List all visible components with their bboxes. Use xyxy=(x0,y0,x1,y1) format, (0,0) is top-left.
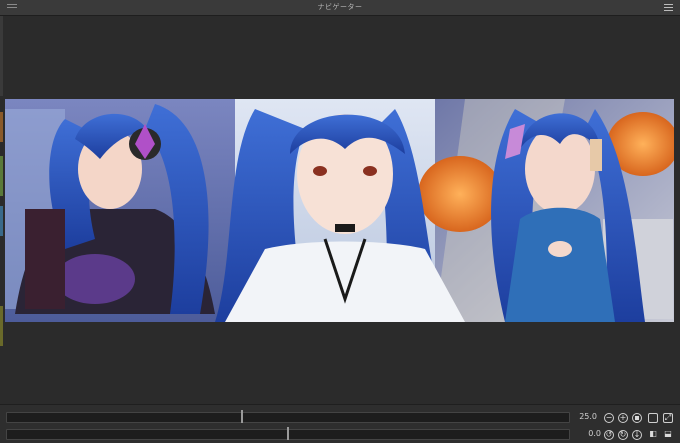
zoom-slider-row: 25.0 − + ⤢ xyxy=(0,408,680,424)
plus-circle-icon[interactable]: + xyxy=(618,413,628,423)
flip-horizontal-icon[interactable]: ◧ xyxy=(648,430,658,440)
rotation-value[interactable]: 0.0 xyxy=(577,429,601,438)
zoom-slider[interactable] xyxy=(6,412,570,423)
artwork-illustration xyxy=(5,99,674,322)
reset-rotation-icon[interactable]: ↓ xyxy=(632,430,642,440)
rotate-left-icon[interactable]: ↺ xyxy=(604,430,614,440)
rotation-slider-row: 0.0 ↺ ↻ ↓ ◧ ⬓ xyxy=(0,425,680,441)
fit-window-icon[interactable] xyxy=(648,413,658,423)
panel-title: ナビゲーター xyxy=(317,3,363,11)
rotation-slider-thumb[interactable] xyxy=(287,427,289,440)
minus-circle-icon[interactable]: − xyxy=(604,413,614,423)
rotate-right-icon[interactable]: ↻ xyxy=(618,430,628,440)
zoom-value[interactable]: 25.0 xyxy=(573,412,597,421)
left-edge-strip xyxy=(0,16,3,404)
title-bar: ナビゲーター xyxy=(0,0,680,16)
hamburger-icon[interactable] xyxy=(664,4,673,11)
flip-vertical-icon[interactable]: ⬓ xyxy=(663,430,673,440)
canvas-artwork-preview[interactable] xyxy=(5,99,674,322)
zoom-slider-thumb[interactable] xyxy=(241,410,243,423)
fill-window-icon[interactable]: ⤢ xyxy=(663,413,673,423)
navigator-controls: 25.0 − + ⤢ 0.0 ↺ ↻ ↓ ◧ ⬓ xyxy=(0,404,680,443)
stop-square-icon[interactable] xyxy=(632,413,642,423)
